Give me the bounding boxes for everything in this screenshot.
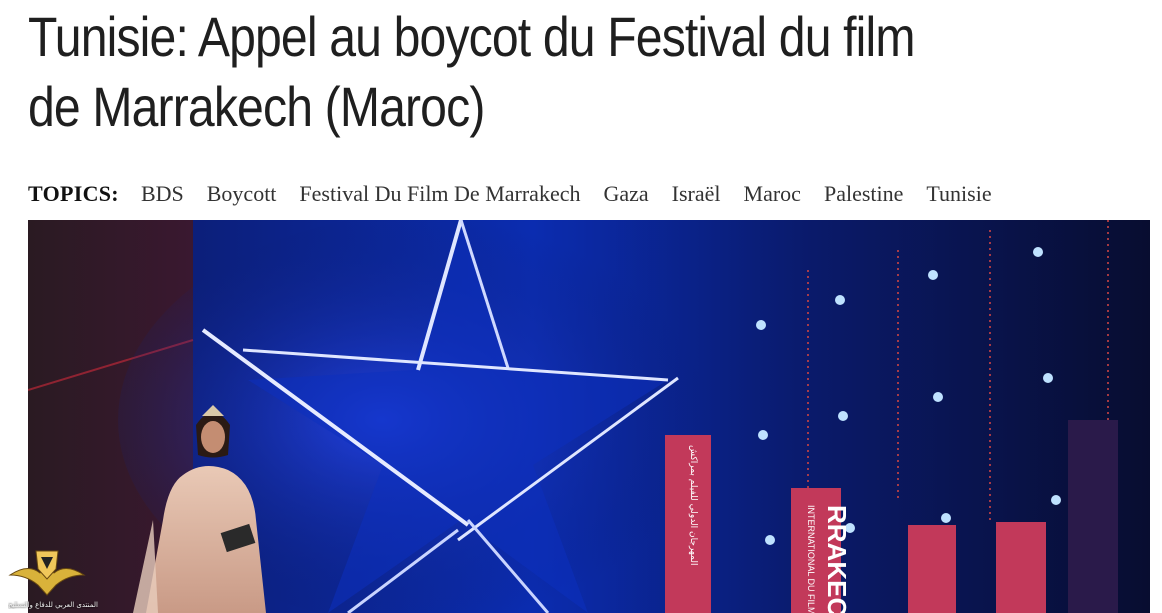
topic-link-maroc[interactable]: Maroc (744, 181, 801, 207)
topic-link-gaza[interactable]: Gaza (603, 181, 648, 207)
topic-link-bds[interactable]: BDS (141, 181, 184, 207)
topic-link-festival[interactable]: Festival Du Film De Marrakech (299, 181, 580, 207)
banner-subtext: INTERNATIONAL DU FILM DE (806, 505, 816, 613)
festival-stage-photo: RRAKECH INTERNATIONAL DU FILM DE المهرجا… (28, 220, 1150, 613)
banner-text: RRAKECH (822, 505, 852, 613)
article-title: Tunisie: Appel au boycot du Festival du … (28, 5, 915, 138)
eagle-shield-icon (8, 550, 86, 596)
topics-label: TOPICS: (28, 181, 119, 206)
topic-link-boycott[interactable]: Boycott (207, 181, 277, 207)
hero-image: RRAKECH INTERNATIONAL DU FILM DE المهرجا… (28, 220, 1150, 613)
banner-arabic-text: المهرجان الدولي للفيلم بمراكش (688, 445, 698, 566)
topics-bar: TOPICS: BDS Boycott Festival Du Film De … (28, 178, 1015, 210)
topic-link-israel[interactable]: Israël (672, 181, 721, 207)
forum-watermark-logo: المنتدى العربي للدفاع والتسليح (8, 545, 98, 613)
topic-link-palestine[interactable]: Palestine (824, 181, 903, 207)
topic-link-tunisie[interactable]: Tunisie (926, 181, 991, 207)
topics-list: BDS Boycott Festival Du Film De Marrakec… (141, 181, 1015, 207)
watermark-text: المنتدى العربي للدفاع والتسليح (8, 601, 98, 609)
